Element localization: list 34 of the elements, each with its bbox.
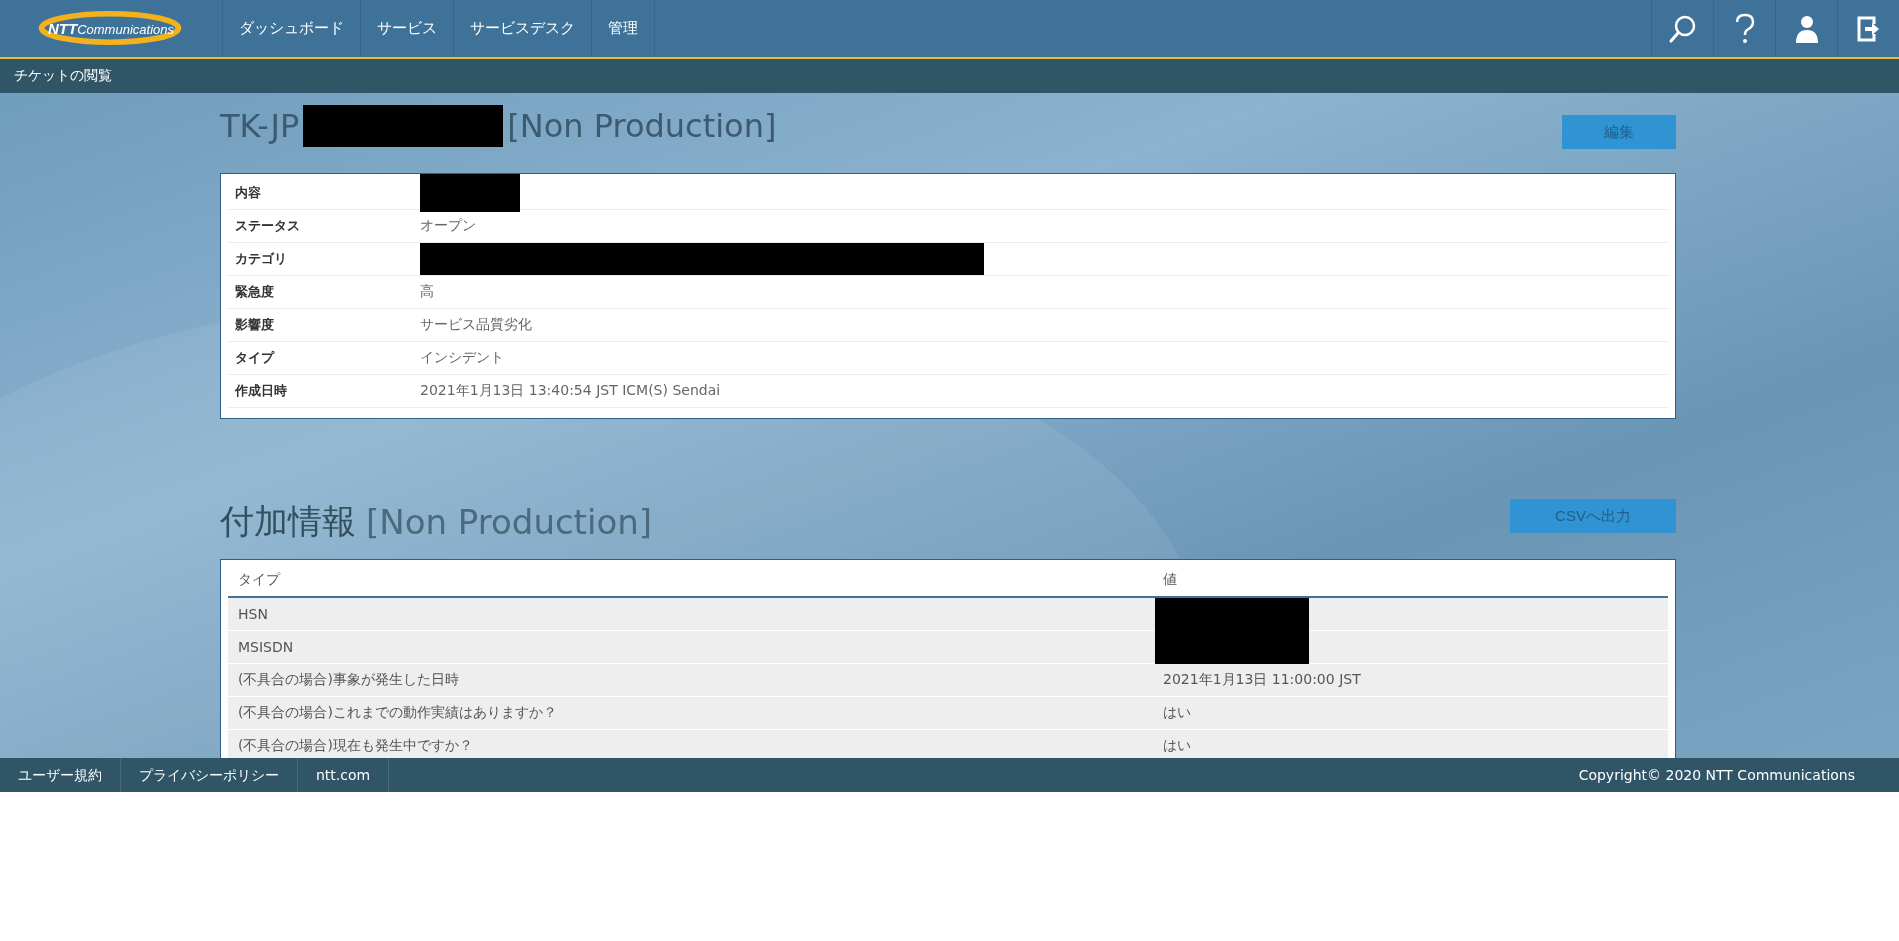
ticket-title: TK-JP [Non Production]	[220, 105, 777, 147]
field-label: ステータス	[234, 217, 301, 235]
table-cell-text: (不具合の場合)現在も発生中ですか？	[237, 737, 474, 755]
field-value: 高	[420, 283, 434, 301]
section-title: 付加情報 [Non Production]	[220, 500, 652, 544]
nav-link[interactable]: 管理	[592, 0, 655, 57]
column-header: 値	[1163, 571, 1177, 589]
footer-link[interactable]: ntt.com	[298, 758, 390, 792]
table-cell-text: (不具合の場合)これまでの動作実績はありますか？	[237, 704, 558, 722]
company-logo[interactable]: NTTCommunications	[0, 0, 223, 57]
nav-link[interactable]: サービスデスク	[454, 0, 592, 57]
column-header: タイプ	[237, 571, 282, 589]
footer-link[interactable]: ユーザー規約	[0, 758, 121, 792]
field-label: 作成日時	[233, 382, 288, 400]
field-label: カテゴリ	[234, 250, 288, 268]
field-value: サービス品質劣化	[420, 316, 532, 334]
field-value: インシデント	[420, 349, 504, 367]
nav-link[interactable]: ダッシュボード	[223, 0, 361, 57]
table-cell: はい	[1163, 704, 1191, 720]
field-label: 影響度	[234, 316, 275, 334]
table-cell-text: MSISDN	[237, 639, 295, 655]
field-label: 緊急度	[234, 283, 275, 301]
field-label: 内容	[234, 184, 262, 202]
field-value: オープン	[420, 217, 476, 235]
nav-link[interactable]: サービス	[361, 0, 454, 57]
footer-link[interactable]: プライバシーポリシー	[121, 758, 298, 792]
table-cell-text: HSN	[237, 606, 269, 622]
page-title: チケットの閲覧	[14, 67, 112, 85]
copyright-text: Copyright© 2020 NTT Communications	[1578, 767, 1856, 783]
field-label: タイプ	[234, 349, 276, 367]
table-cell: はい	[1163, 737, 1191, 753]
table-cell: 2021年1月13日 11:00:00 JST	[1163, 671, 1361, 687]
table-cell-text: (不具合の場合)事象が発生した日時	[237, 671, 460, 689]
field-value: 2021年1月13日 13:40:54 JST ICM(S) Sendai	[420, 382, 721, 400]
